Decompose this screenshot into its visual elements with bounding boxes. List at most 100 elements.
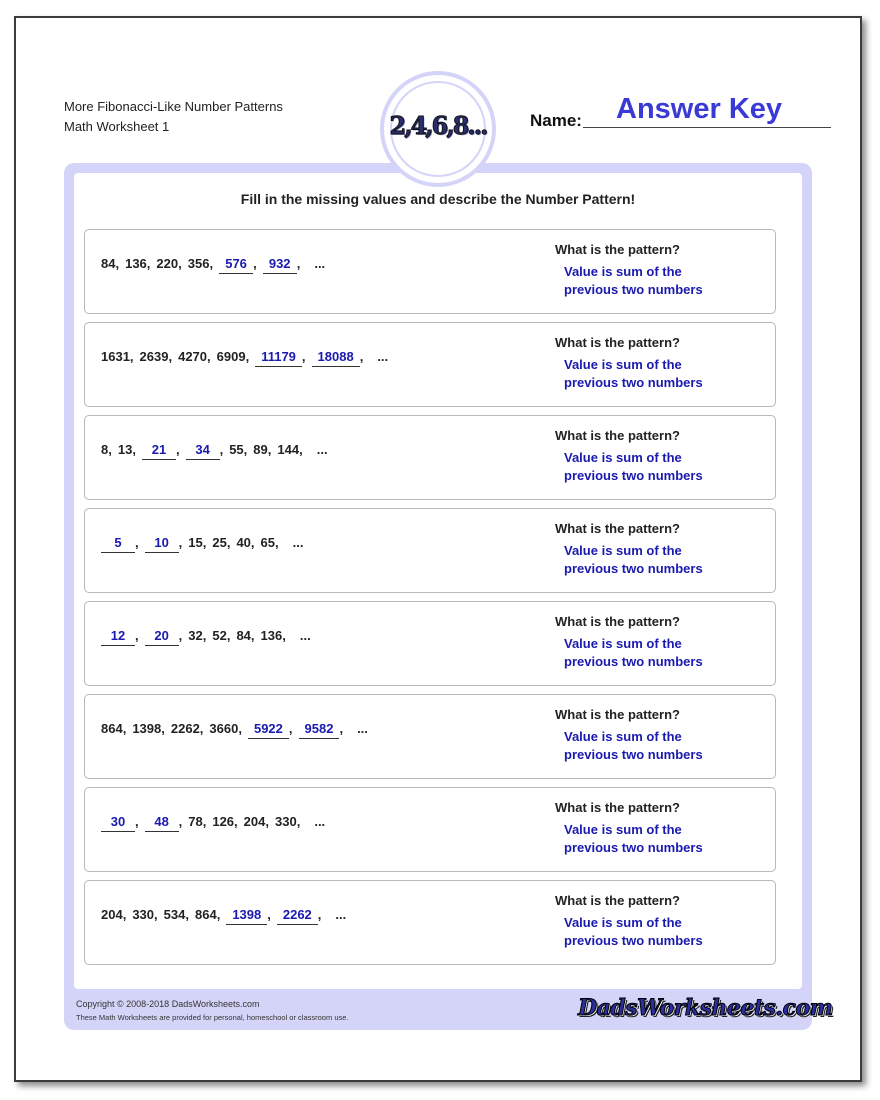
answer-blank[interactable]: 10 xyxy=(144,535,179,553)
comma-separator: , xyxy=(185,907,189,922)
dadsworksheets-logo: DadsWorksheets.com xyxy=(577,995,833,1022)
comma-separator: , xyxy=(265,814,269,829)
sequence-term: 52 xyxy=(212,628,227,643)
sequence-term: 136 xyxy=(125,256,147,271)
sequence-ellipsis: ... xyxy=(377,349,389,364)
pattern-question: What is the pattern? xyxy=(555,893,680,908)
sequence-ellipsis: ... xyxy=(299,628,311,643)
comma-separator: , xyxy=(115,256,120,271)
pattern-answer-line: previous two numbers xyxy=(564,747,703,762)
pattern-answer[interactable]: Value is sum of the previous two numbers xyxy=(564,728,734,764)
comma-separator: , xyxy=(202,814,207,829)
comma-separator: , xyxy=(202,628,207,643)
comma-separator: , xyxy=(282,628,286,643)
usage-notice: These Math Worksheets are provided for p… xyxy=(76,1013,349,1022)
pattern-answer-line: previous two numbers xyxy=(564,654,703,669)
answer-blank[interactable]: 34 xyxy=(185,442,220,460)
comma-separator: , xyxy=(253,256,257,271)
comma-separator: , xyxy=(178,535,183,550)
pattern-answer[interactable]: Value is sum of the previous two numbers xyxy=(564,449,734,485)
comma-separator: , xyxy=(135,814,139,829)
pattern-answer-line: Value is sum of the xyxy=(564,729,682,744)
pattern-answer[interactable]: Value is sum of the previous two numbers xyxy=(564,356,734,392)
answer-blank[interactable]: 2262 xyxy=(276,907,318,925)
name-underline xyxy=(583,127,831,128)
pattern-question: What is the pattern? xyxy=(555,800,680,815)
sequence-ellipsis: ... xyxy=(314,256,326,271)
comma-separator: , xyxy=(250,535,255,550)
pattern-question: What is the pattern? xyxy=(555,521,680,536)
pattern-answer-line: Value is sum of the xyxy=(564,450,682,465)
answer-blank[interactable]: 5922 xyxy=(247,721,289,739)
comma-separator: , xyxy=(199,721,204,736)
answer-blank[interactable]: 30 xyxy=(101,814,135,832)
problem-item: 30, 48, 78, 126, 204, 330,... What is the patt… xyxy=(84,787,776,872)
answer-blank[interactable]: 1398 xyxy=(226,907,268,925)
pattern-answer-line: Value is sum of the xyxy=(564,264,682,279)
sequence-term: 534 xyxy=(163,907,186,922)
comma-separator: , xyxy=(108,442,112,457)
answer-blank[interactable]: 12 xyxy=(101,628,135,646)
comma-separator: , xyxy=(132,442,136,457)
answer-blank[interactable]: 5 xyxy=(101,535,135,553)
comma-separator: , xyxy=(161,721,165,736)
comma-separator: , xyxy=(122,721,127,736)
pattern-answer[interactable]: Value is sum of the previous two numbers xyxy=(564,914,734,950)
answer-blank[interactable]: 576 xyxy=(219,256,254,274)
pattern-answer[interactable]: Value is sum of the previous two numbers xyxy=(564,263,734,299)
sequence-term: 40 xyxy=(236,535,251,550)
pattern-answer[interactable]: Value is sum of the previous two numbers xyxy=(564,821,734,857)
sequence-ellipsis: ... xyxy=(316,442,328,457)
pattern-question: What is the pattern? xyxy=(555,428,680,443)
pattern-answer-line: Value is sum of the xyxy=(564,915,682,930)
comma-separator: , xyxy=(135,535,139,550)
sequence-term: 1398 xyxy=(132,721,162,736)
name-value: Answer Key xyxy=(616,93,783,125)
sequence-term: 55 xyxy=(229,442,244,457)
pattern-answer-line: previous two numbers xyxy=(564,282,703,297)
comma-separator: , xyxy=(238,721,242,736)
number-sequence: 84, 136, 220, 356, 576, 932,... xyxy=(101,256,325,274)
problem-item: 204, 330, 534, 864, 1398, 2262,... What is the… xyxy=(84,880,776,965)
sequence-term: 78 xyxy=(188,814,203,829)
answer-blank[interactable]: 9582 xyxy=(298,721,340,739)
pattern-question: What is the pattern? xyxy=(555,707,680,722)
comma-separator: , xyxy=(168,349,173,364)
sequence-term: 84 xyxy=(236,628,251,643)
comma-separator: , xyxy=(243,442,248,457)
copyright-text: Copyright © 2008-2018 DadsWorksheets.com xyxy=(76,999,260,1009)
answer-blank[interactable]: 11179 xyxy=(255,349,302,367)
pattern-answer[interactable]: Value is sum of the previous two numbers xyxy=(564,635,734,671)
comma-separator: , xyxy=(129,349,134,364)
name-field: Name: Answer Key xyxy=(530,93,832,130)
worksheet-header: More Fibonacci-Like Number Patterns Math… xyxy=(64,97,283,137)
instructions: Fill in the missing values and describe … xyxy=(240,191,636,207)
pattern-question: What is the pattern? xyxy=(555,614,680,629)
pattern-answer-line: previous two numbers xyxy=(564,933,703,948)
pattern-answer-line: Value is sum of the xyxy=(564,822,682,837)
sequence-term: 126 xyxy=(212,814,235,829)
comma-separator: , xyxy=(175,442,180,457)
answer-blank[interactable]: 21 xyxy=(141,442,176,460)
comma-separator: , xyxy=(317,907,322,922)
sequence-term: 3660 xyxy=(209,721,239,736)
comma-separator: , xyxy=(288,721,293,736)
comma-separator: , xyxy=(234,814,238,829)
comma-separator: , xyxy=(301,349,306,364)
comma-separator: , xyxy=(299,442,303,457)
comma-separator: , xyxy=(178,628,183,643)
sequence-term: 25 xyxy=(212,535,227,550)
answer-blank[interactable]: 48 xyxy=(144,814,179,832)
worksheet-title: More Fibonacci-Like Number Patterns xyxy=(64,99,283,114)
pattern-answer[interactable]: Value is sum of the previous two numbers xyxy=(564,542,734,578)
problem-item: 864, 1398, 2262, 3660, 5922, 9582,... What is … xyxy=(84,694,776,779)
pattern-answer-line: Value is sum of the xyxy=(564,543,682,558)
pattern-answer-line: previous two numbers xyxy=(564,840,703,855)
answer-blank[interactable]: 932 xyxy=(262,256,297,274)
comma-separator: , xyxy=(207,349,211,364)
number-sequence: 1631, 2639, 4270, 6909, 11179, 18088,... xyxy=(101,349,388,367)
pattern-answer-line: previous two numbers xyxy=(564,561,703,576)
answer-blank[interactable]: 18088 xyxy=(311,349,360,367)
emblem-logo-icon: 2,4,6,8... xyxy=(389,111,489,141)
answer-blank[interactable]: 20 xyxy=(144,628,179,646)
